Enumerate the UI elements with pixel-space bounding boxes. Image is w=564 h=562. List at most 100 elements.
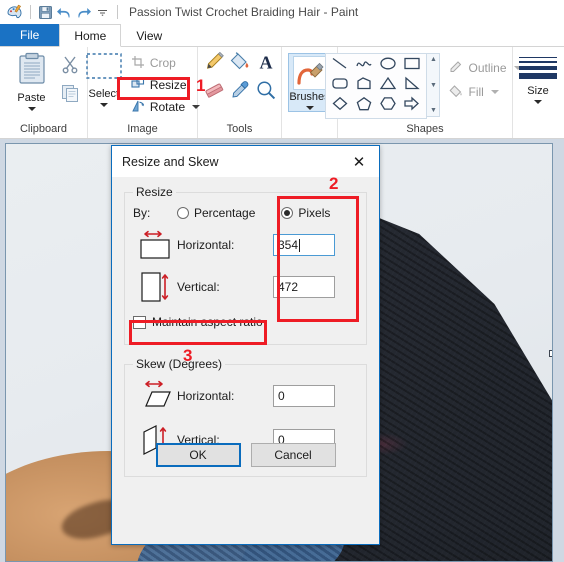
dialog-title-bar[interactable]: Resize and Skew ✕ — [112, 146, 379, 177]
outline-label: Outline — [468, 61, 507, 75]
chevron-down-icon[interactable] — [99, 103, 108, 107]
resize-horizontal-input[interactable]: 354 — [273, 234, 335, 256]
paint-window: Passion Twist Crochet Braiding Hair - Pa… — [0, 0, 564, 562]
resize-vertical-label: Vertical: — [177, 280, 220, 294]
magnifier-icon[interactable] — [255, 79, 277, 106]
vertical-resize-icon — [133, 270, 177, 304]
paste-button[interactable]: Paste — [8, 50, 56, 111]
right-arrow-shape-icon[interactable] — [403, 96, 421, 116]
rectangle-shape-icon[interactable] — [403, 56, 421, 76]
save-icon[interactable] — [36, 3, 55, 22]
shapes-gallery[interactable] — [325, 53, 428, 119]
chevron-down-icon[interactable] — [305, 106, 314, 110]
ok-button[interactable]: OK — [155, 443, 241, 467]
tab-home[interactable]: Home — [59, 24, 122, 47]
shapes-scrollbar[interactable]: ▲ ▼ ▼ — [427, 53, 441, 117]
skew-horizontal-label: Horizontal: — [177, 389, 235, 403]
brushes-button-label: Brushes — [289, 91, 330, 103]
undo-icon[interactable] — [55, 3, 74, 22]
resize-horizontal-label: Horizontal: — [177, 238, 235, 252]
text-caret — [299, 238, 301, 252]
color-picker-icon[interactable] — [229, 79, 251, 106]
hexagon-shape-icon[interactable] — [379, 96, 397, 116]
ribbon-tabstrip: File Home View — [0, 24, 564, 47]
crop-menu-item[interactable]: Crop — [128, 52, 203, 74]
scroll-down-icon[interactable]: ▼ — [430, 82, 437, 89]
oval-shape-icon[interactable] — [379, 56, 397, 76]
scroll-more-icon[interactable]: ▼ — [430, 107, 437, 114]
redo-icon[interactable] — [74, 3, 93, 22]
resize-vertical-value: 472 — [278, 280, 299, 294]
maintain-aspect-ratio-label: Maintain aspect ratio — [152, 315, 263, 329]
dialog-button-row: OK Cancel — [112, 443, 379, 467]
pixels-label: Pixels — [298, 206, 331, 220]
fill-icon — [449, 84, 463, 101]
ribbon-group-clipboard: Paste Clipboard — [0, 47, 88, 138]
resize-vertical-input[interactable]: 472 — [273, 276, 335, 298]
customize-quick-access-icon[interactable] — [93, 3, 112, 22]
horizontal-resize-icon — [133, 228, 177, 262]
select-button[interactable]: Select — [82, 50, 126, 107]
resize-label: Resize — [149, 78, 187, 92]
resize-menu-item[interactable]: Resize — [128, 74, 203, 96]
chevron-down-icon[interactable] — [27, 107, 36, 111]
paint-app-icon[interactable] — [5, 2, 25, 22]
line-shape-icon[interactable] — [331, 56, 349, 76]
chevron-down-icon[interactable] — [490, 90, 499, 94]
close-icon[interactable]: ✕ — [341, 147, 377, 176]
cut-icon[interactable] — [60, 54, 80, 79]
rotate-menu-item[interactable]: Rotate — [128, 96, 203, 118]
ribbon-group-tools: A Tools — [198, 47, 282, 138]
pixels-radio[interactable] — [281, 207, 294, 219]
size-button[interactable]: Size — [515, 53, 561, 104]
ribbon-group-size: Size Size — [513, 47, 563, 138]
polygon-shape-icon[interactable] — [355, 76, 373, 96]
paste-button-label: Paste — [17, 92, 46, 104]
canvas-resize-handle-right[interactable] — [549, 349, 552, 357]
tab-view[interactable]: View — [121, 24, 177, 46]
right-triangle-shape-icon[interactable] — [403, 76, 421, 96]
percentage-label: Percentage — [194, 206, 256, 220]
ribbon-group-shapes-label: Shapes — [406, 123, 444, 135]
resize-icon — [131, 77, 145, 94]
fill-label: Fill — [468, 85, 484, 99]
cancel-button[interactable]: Cancel — [250, 443, 336, 467]
select-button-label: Select — [88, 88, 120, 100]
ribbon-group-tools-label: Tools — [226, 123, 253, 135]
resize-horizontal-value: 354 — [278, 238, 299, 252]
copy-icon[interactable] — [60, 83, 80, 108]
diamond-shape-icon[interactable] — [331, 96, 349, 116]
curve-shape-icon[interactable] — [355, 56, 373, 76]
tab-file[interactable]: File — [0, 24, 60, 46]
fill-bucket-icon[interactable] — [229, 51, 251, 78]
rotate-icon — [131, 99, 145, 116]
scroll-up-icon[interactable]: ▲ — [430, 56, 437, 63]
chevron-down-icon[interactable] — [534, 100, 542, 104]
resize-and-skew-dialog: Resize and Skew ✕ Resize By: Percentage … — [111, 145, 380, 545]
annotation-number-2: 2 — [329, 174, 339, 193]
pentagon-shape-icon[interactable] — [355, 96, 373, 116]
rotate-label: Rotate — [149, 100, 186, 114]
outline-icon — [449, 60, 463, 77]
select-rectangle-icon — [85, 52, 123, 87]
percentage-radio[interactable] — [177, 207, 189, 219]
ribbon-group-shapes: ▲ ▼ ▼ Outline Fill Shapes — [325, 47, 522, 138]
triangle-shape-icon[interactable] — [379, 76, 397, 96]
svg-text:A: A — [259, 52, 272, 72]
annotation-number-1: 1 — [196, 76, 206, 95]
eraser-icon[interactable] — [203, 79, 225, 106]
dialog-title: Resize and Skew — [122, 154, 219, 169]
title-bar: Passion Twist Crochet Braiding Hair - Pa… — [0, 0, 564, 24]
text-a-icon[interactable]: A — [255, 51, 277, 78]
skew-group-legend: Skew (Degrees) — [136, 357, 223, 371]
ribbon-group-image: Select Crop Resize Rotate Image — [86, 47, 201, 138]
rounded-rectangle-shape-icon[interactable] — [331, 76, 349, 96]
skew-horizontal-input[interactable]: 0 — [273, 385, 335, 407]
qat-divider-1 — [30, 5, 31, 19]
crop-label: Crop — [149, 56, 176, 70]
maintain-aspect-ratio-checkbox[interactable] — [133, 315, 146, 329]
resize-group-legend: Resize — [136, 185, 173, 199]
horizontal-skew-icon — [133, 378, 177, 414]
pencil-icon[interactable] — [203, 51, 225, 78]
annotation-number-3: 3 — [183, 346, 193, 365]
